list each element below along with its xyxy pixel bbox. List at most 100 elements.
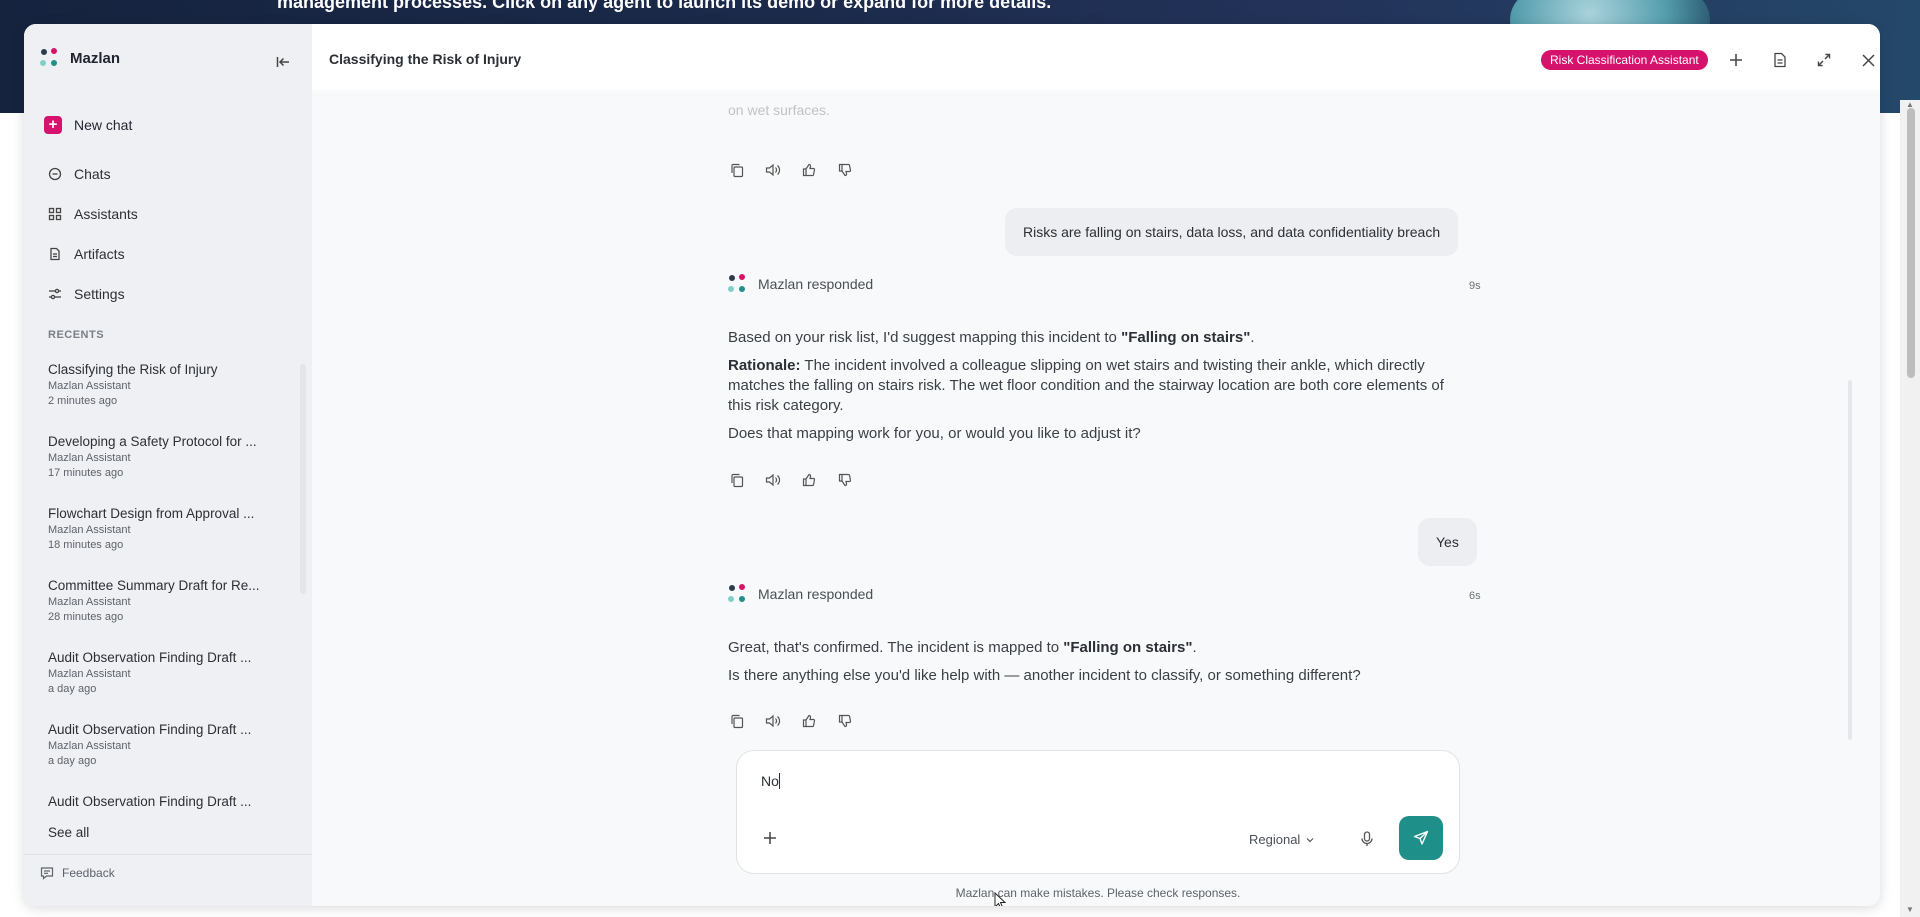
new-chat-header-button[interactable] xyxy=(1724,48,1748,72)
grid-icon xyxy=(48,207,62,221)
thumbs-up-icon[interactable] xyxy=(800,712,818,730)
recent-chat-title: Audit Observation Finding Draft ... xyxy=(48,794,252,809)
plus-icon xyxy=(764,832,776,844)
recent-chat-time: a day ago xyxy=(48,755,97,767)
message-actions xyxy=(728,161,854,179)
mazlan-logo-icon xyxy=(728,584,748,604)
brand: Mazlan xyxy=(40,48,120,68)
copy-icon[interactable] xyxy=(728,471,746,489)
document-icon xyxy=(1774,52,1786,68)
text-caret xyxy=(778,773,780,789)
chat-scrollbar[interactable] xyxy=(1848,380,1852,740)
responder-name: Mazlan responded xyxy=(758,276,874,292)
chat-modal: Mazlan + New chat Chats Assistants Artif… xyxy=(24,24,1880,906)
message-input[interactable]: No xyxy=(761,773,780,789)
assistant-badge[interactable]: Risk Classification Assistant xyxy=(1541,50,1708,70)
sidebar-item-chats[interactable]: Chats xyxy=(48,166,111,182)
sidebar-item-settings[interactable]: Settings xyxy=(48,286,125,302)
chevron-down-icon xyxy=(1306,837,1314,842)
sidebar-item-artifacts[interactable]: Artifacts xyxy=(48,246,125,262)
response-header: Mazlan responded xyxy=(728,274,873,294)
recent-chat-item[interactable]: Committee Summary Draft for Re... Mazlan… xyxy=(48,578,288,623)
feedback-button[interactable]: Feedback xyxy=(40,866,115,880)
page-title: Classifying the Risk of Injury xyxy=(329,51,522,67)
close-icon xyxy=(1861,53,1875,67)
recent-chat-title: Developing a Safety Protocol for ... xyxy=(48,434,257,449)
recent-chat-item[interactable]: Developing a Safety Protocol for ... Maz… xyxy=(48,434,288,479)
thumbs-down-icon[interactable] xyxy=(836,471,854,489)
sidebar-item-assistants[interactable]: Assistants xyxy=(48,206,138,222)
page-scrollbar-thumb[interactable] xyxy=(1907,108,1915,378)
response-time: 6s xyxy=(1469,590,1481,602)
recent-chat-assistant: Mazlan Assistant xyxy=(48,452,131,464)
send-button[interactable] xyxy=(1399,816,1443,860)
recent-chat-item[interactable]: Audit Observation Finding Draft ... Mazl… xyxy=(48,650,288,695)
message-actions xyxy=(728,471,854,489)
responder-name: Mazlan responded xyxy=(758,586,874,602)
scroll-up-arrow-icon[interactable]: ▲ xyxy=(1906,100,1914,109)
recent-chat-time: 18 minutes ago xyxy=(48,539,124,551)
recent-chat-title: Audit Observation Finding Draft ... xyxy=(48,650,252,665)
expand-icon xyxy=(1817,53,1831,67)
expand-button[interactable] xyxy=(1812,48,1836,72)
recent-chat-time: 17 minutes ago xyxy=(48,467,124,479)
speaker-icon[interactable] xyxy=(764,161,782,179)
attach-button[interactable] xyxy=(763,831,779,847)
assistant-message-paragraph: Based on your risk list, I'd suggest map… xyxy=(728,328,1468,348)
message-actions xyxy=(728,712,854,730)
speaker-icon[interactable] xyxy=(764,712,782,730)
response-header: Mazlan responded xyxy=(728,584,873,604)
recent-chat-assistant: Mazlan Assistant xyxy=(48,740,131,752)
new-chat-button[interactable]: + New chat xyxy=(44,116,132,134)
sidebar-item-label: Chats xyxy=(74,166,111,182)
recent-chat-title: Flowchart Design from Approval ... xyxy=(48,506,255,521)
recent-chat-time: 2 minutes ago xyxy=(48,395,118,407)
recent-chat-item[interactable]: Audit Observation Finding Draft ... Mazl… xyxy=(48,722,288,767)
recent-chat-item[interactable]: Audit Observation Finding Draft ... xyxy=(48,794,288,809)
recents-heading: RECENTS xyxy=(48,329,105,341)
artifact-button[interactable] xyxy=(1768,48,1792,72)
thumbs-up-icon[interactable] xyxy=(800,471,818,489)
send-icon xyxy=(1413,830,1429,845)
sidebar-scrollbar[interactable] xyxy=(300,364,306,594)
plus-icon: + xyxy=(44,116,62,134)
model-selector-label: Regional xyxy=(1249,832,1301,847)
text: The incident involved a colleague slippi… xyxy=(728,357,1444,414)
new-chat-label: New chat xyxy=(74,117,133,133)
collapse-left-icon xyxy=(276,57,289,67)
scroll-down-arrow-icon[interactable]: ▼ xyxy=(1906,905,1914,914)
text: . xyxy=(1250,329,1255,346)
feedback-label: Feedback xyxy=(62,866,115,880)
sliders-icon xyxy=(48,287,62,301)
close-button[interactable] xyxy=(1856,48,1880,72)
mazlan-logo-icon xyxy=(728,274,748,294)
thumbs-down-icon[interactable] xyxy=(836,712,854,730)
plus-icon xyxy=(1730,54,1742,66)
user-message: Risks are falling on stairs, data loss, … xyxy=(1005,208,1459,256)
recent-chat-assistant: Mazlan Assistant xyxy=(48,524,131,536)
chat-icon xyxy=(48,167,62,181)
previous-message-fragment: on wet surfaces. xyxy=(728,102,830,118)
text: Great, that's confirmed. The incident is… xyxy=(728,639,1064,656)
bold-text: "Falling on stairs" xyxy=(1121,329,1251,346)
recent-chat-item[interactable]: Classifying the Risk of Injury Mazlan As… xyxy=(48,362,288,407)
thumbs-up-icon[interactable] xyxy=(800,161,818,179)
assistant-message-paragraph: Is there anything else you'd like help w… xyxy=(728,667,1361,684)
thumbs-down-icon[interactable] xyxy=(836,161,854,179)
sidebar-item-label: Assistants xyxy=(74,206,138,222)
chat-thread: on wet surfaces. Risks are falling on st… xyxy=(312,90,1880,906)
recent-chat-item[interactable]: Flowchart Design from Approval ... Mazla… xyxy=(48,506,288,551)
see-all-link[interactable]: See all xyxy=(48,825,89,840)
background-banner-text: management processes. Click on any agent… xyxy=(277,0,1052,12)
copy-icon[interactable] xyxy=(728,712,746,730)
text: . xyxy=(1192,639,1197,656)
copy-icon[interactable] xyxy=(728,161,746,179)
sidebar-divider xyxy=(24,854,312,855)
microphone-button[interactable] xyxy=(1357,829,1377,849)
mazlan-logo-icon xyxy=(40,48,60,68)
model-selector[interactable]: Regional xyxy=(1249,832,1314,847)
collapse-sidebar-button[interactable] xyxy=(271,50,295,74)
speaker-icon[interactable] xyxy=(764,471,782,489)
sidebar-item-label: Artifacts xyxy=(74,246,125,262)
message-composer[interactable]: No Regional xyxy=(736,750,1460,874)
